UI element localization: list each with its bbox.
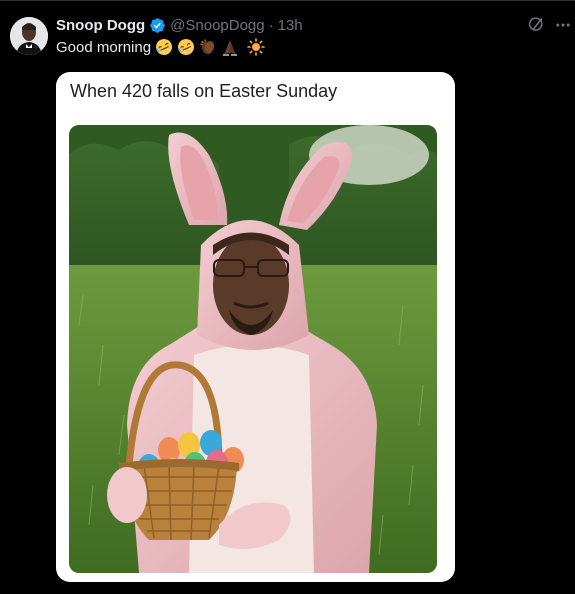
tweet: Snoop Dogg @SnoopDogg · 13h Good morning (0, 0, 575, 594)
timestamp[interactable]: 13h (278, 17, 303, 34)
tweet-media[interactable]: When 420 falls on Easter Sunday (56, 72, 455, 582)
sun-emoji-icon (247, 38, 265, 56)
rolling-laughing-emoji-icon (155, 38, 173, 56)
avatar-image (10, 17, 48, 55)
tweet-text: Good morning (56, 38, 265, 56)
folded-hands-emoji-icon (221, 38, 239, 56)
grok-icon[interactable] (527, 16, 545, 34)
author-name[interactable]: Snoop Dogg (56, 17, 145, 34)
verified-badge-icon[interactable] (149, 17, 166, 34)
tweet-header: Snoop Dogg @SnoopDogg · 13h (56, 15, 303, 35)
meme-photo (69, 125, 437, 573)
clapping-hands-emoji-icon (199, 38, 217, 56)
separator-dot: · (268, 16, 274, 34)
tweet-text-body: Good morning (56, 38, 152, 56)
more-options-icon[interactable] (554, 16, 572, 34)
meme-caption: When 420 falls on Easter Sunday (70, 81, 338, 101)
avatar[interactable] (10, 17, 48, 55)
author-handle[interactable]: @SnoopDogg (170, 17, 264, 34)
rolling-laughing-emoji-icon (177, 38, 195, 56)
